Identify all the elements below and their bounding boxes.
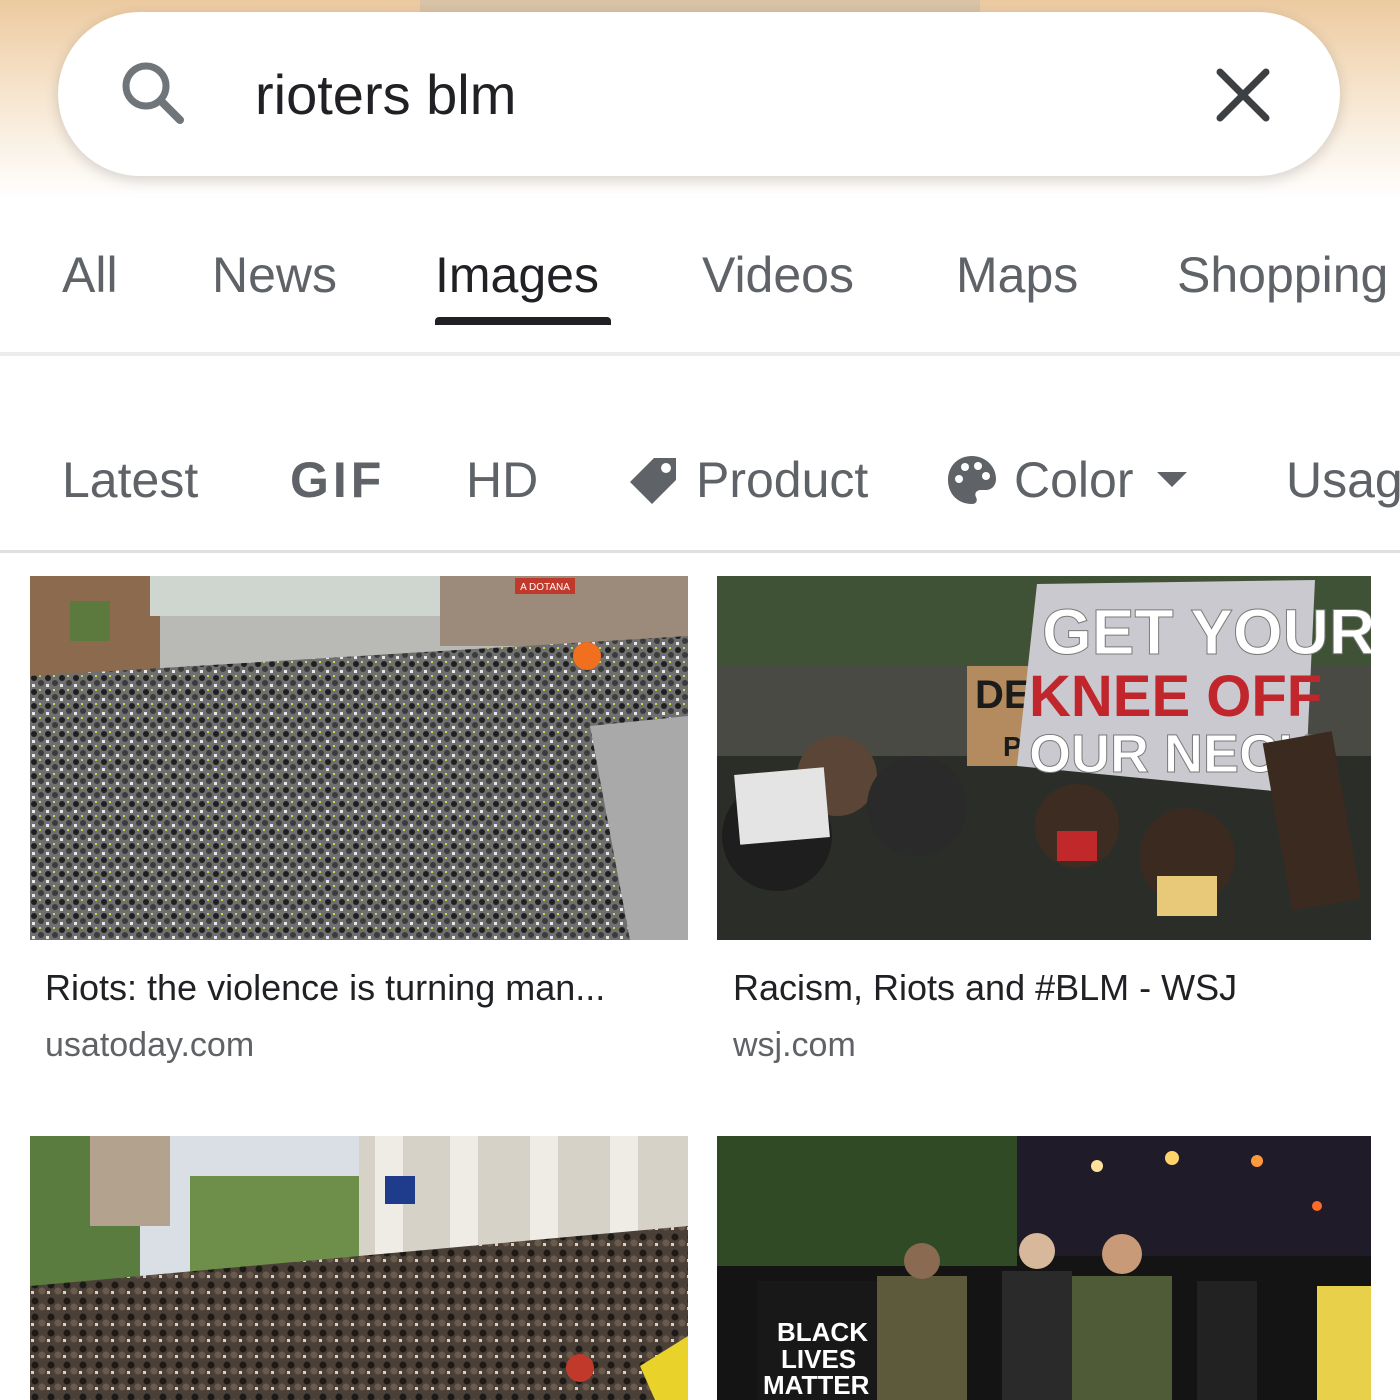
filter-chips: Latest GIF HD Product Color Usage [0,440,1400,520]
chip-usage-label: Usage [1286,452,1400,508]
chip-latest[interactable]: Latest [62,440,198,520]
chip-product[interactable]: Product [626,440,868,520]
tab-all[interactable]: All [62,240,118,310]
sign-text-line1: BLACK [777,1317,868,1347]
active-tab-indicator [435,317,611,325]
sign-text-de: DE [975,673,1031,717]
tabs-divider [0,352,1400,356]
chip-color[interactable]: Color [944,440,1189,520]
chip-usage[interactable]: Usage [1286,440,1400,520]
result-thumbnail[interactable] [30,1136,688,1400]
chip-latest-label: Latest [62,452,199,508]
result-title[interactable]: Racism, Riots and #BLM - WSJ [733,966,1237,1010]
tag-icon [630,458,676,504]
sign-text: A DOTANA [520,582,570,593]
chip-gif[interactable]: GIF [290,440,385,520]
result-source: usatoday.com [45,1026,255,1064]
split-crowd-photo-image [30,1136,688,1400]
image-result-1[interactable]: A DOTANA Riots: the violence is turning … [30,576,688,1076]
result-thumbnail[interactable]: DE P GET YOUR KNEE OFF OUR NECK [717,576,1371,940]
search-icon[interactable] [116,56,188,128]
chip-color-label: Color [1014,452,1134,508]
result-thumbnail[interactable]: A DOTANA [30,576,688,940]
night-protest-photo-image: BLACK LIVES MATTER [717,1136,1371,1400]
palette-icon [948,456,996,504]
image-result-3[interactable] [30,1136,688,1400]
protest-sign-photo-image: DE P GET YOUR KNEE OFF OUR NECK [717,576,1371,940]
image-result-2[interactable]: DE P GET YOUR KNEE OFF OUR NECK Racism, … [717,576,1371,1076]
chip-gif-label: GIF [290,452,386,508]
sign-text-line3: MATTER [763,1370,870,1400]
tab-videos[interactable]: Videos [702,240,854,310]
sign-text-line2: KNEE OFF [1029,664,1322,729]
chip-hd-label: HD [466,452,539,508]
caret-down-icon [1157,472,1188,487]
close-icon[interactable] [1212,64,1274,126]
image-result-4[interactable]: BLACK LIVES MATTER [717,1136,1371,1400]
tab-shopping[interactable]: Shopping [1177,240,1388,310]
search-input[interactable]: rioters blm [255,62,516,128]
sign-text-line1: GET YOUR [1042,596,1371,668]
chip-product-label: Product [696,452,869,508]
result-source: wsj.com [733,1026,856,1064]
tab-maps[interactable]: Maps [956,240,1078,310]
chips-divider [0,550,1400,553]
tab-news[interactable]: News [212,240,337,310]
result-thumbnail[interactable]: BLACK LIVES MATTER [717,1136,1371,1400]
result-title[interactable]: Riots: the violence is turning man... [45,966,605,1010]
crowd-photo-image: A DOTANA [30,576,688,940]
search-tabs: All News Images Videos Maps Shopping [0,240,1400,330]
tab-images[interactable]: Images [435,240,599,310]
header-background-art [420,0,980,12]
search-bar[interactable] [58,12,1340,176]
chip-hd[interactable]: HD [466,440,538,520]
